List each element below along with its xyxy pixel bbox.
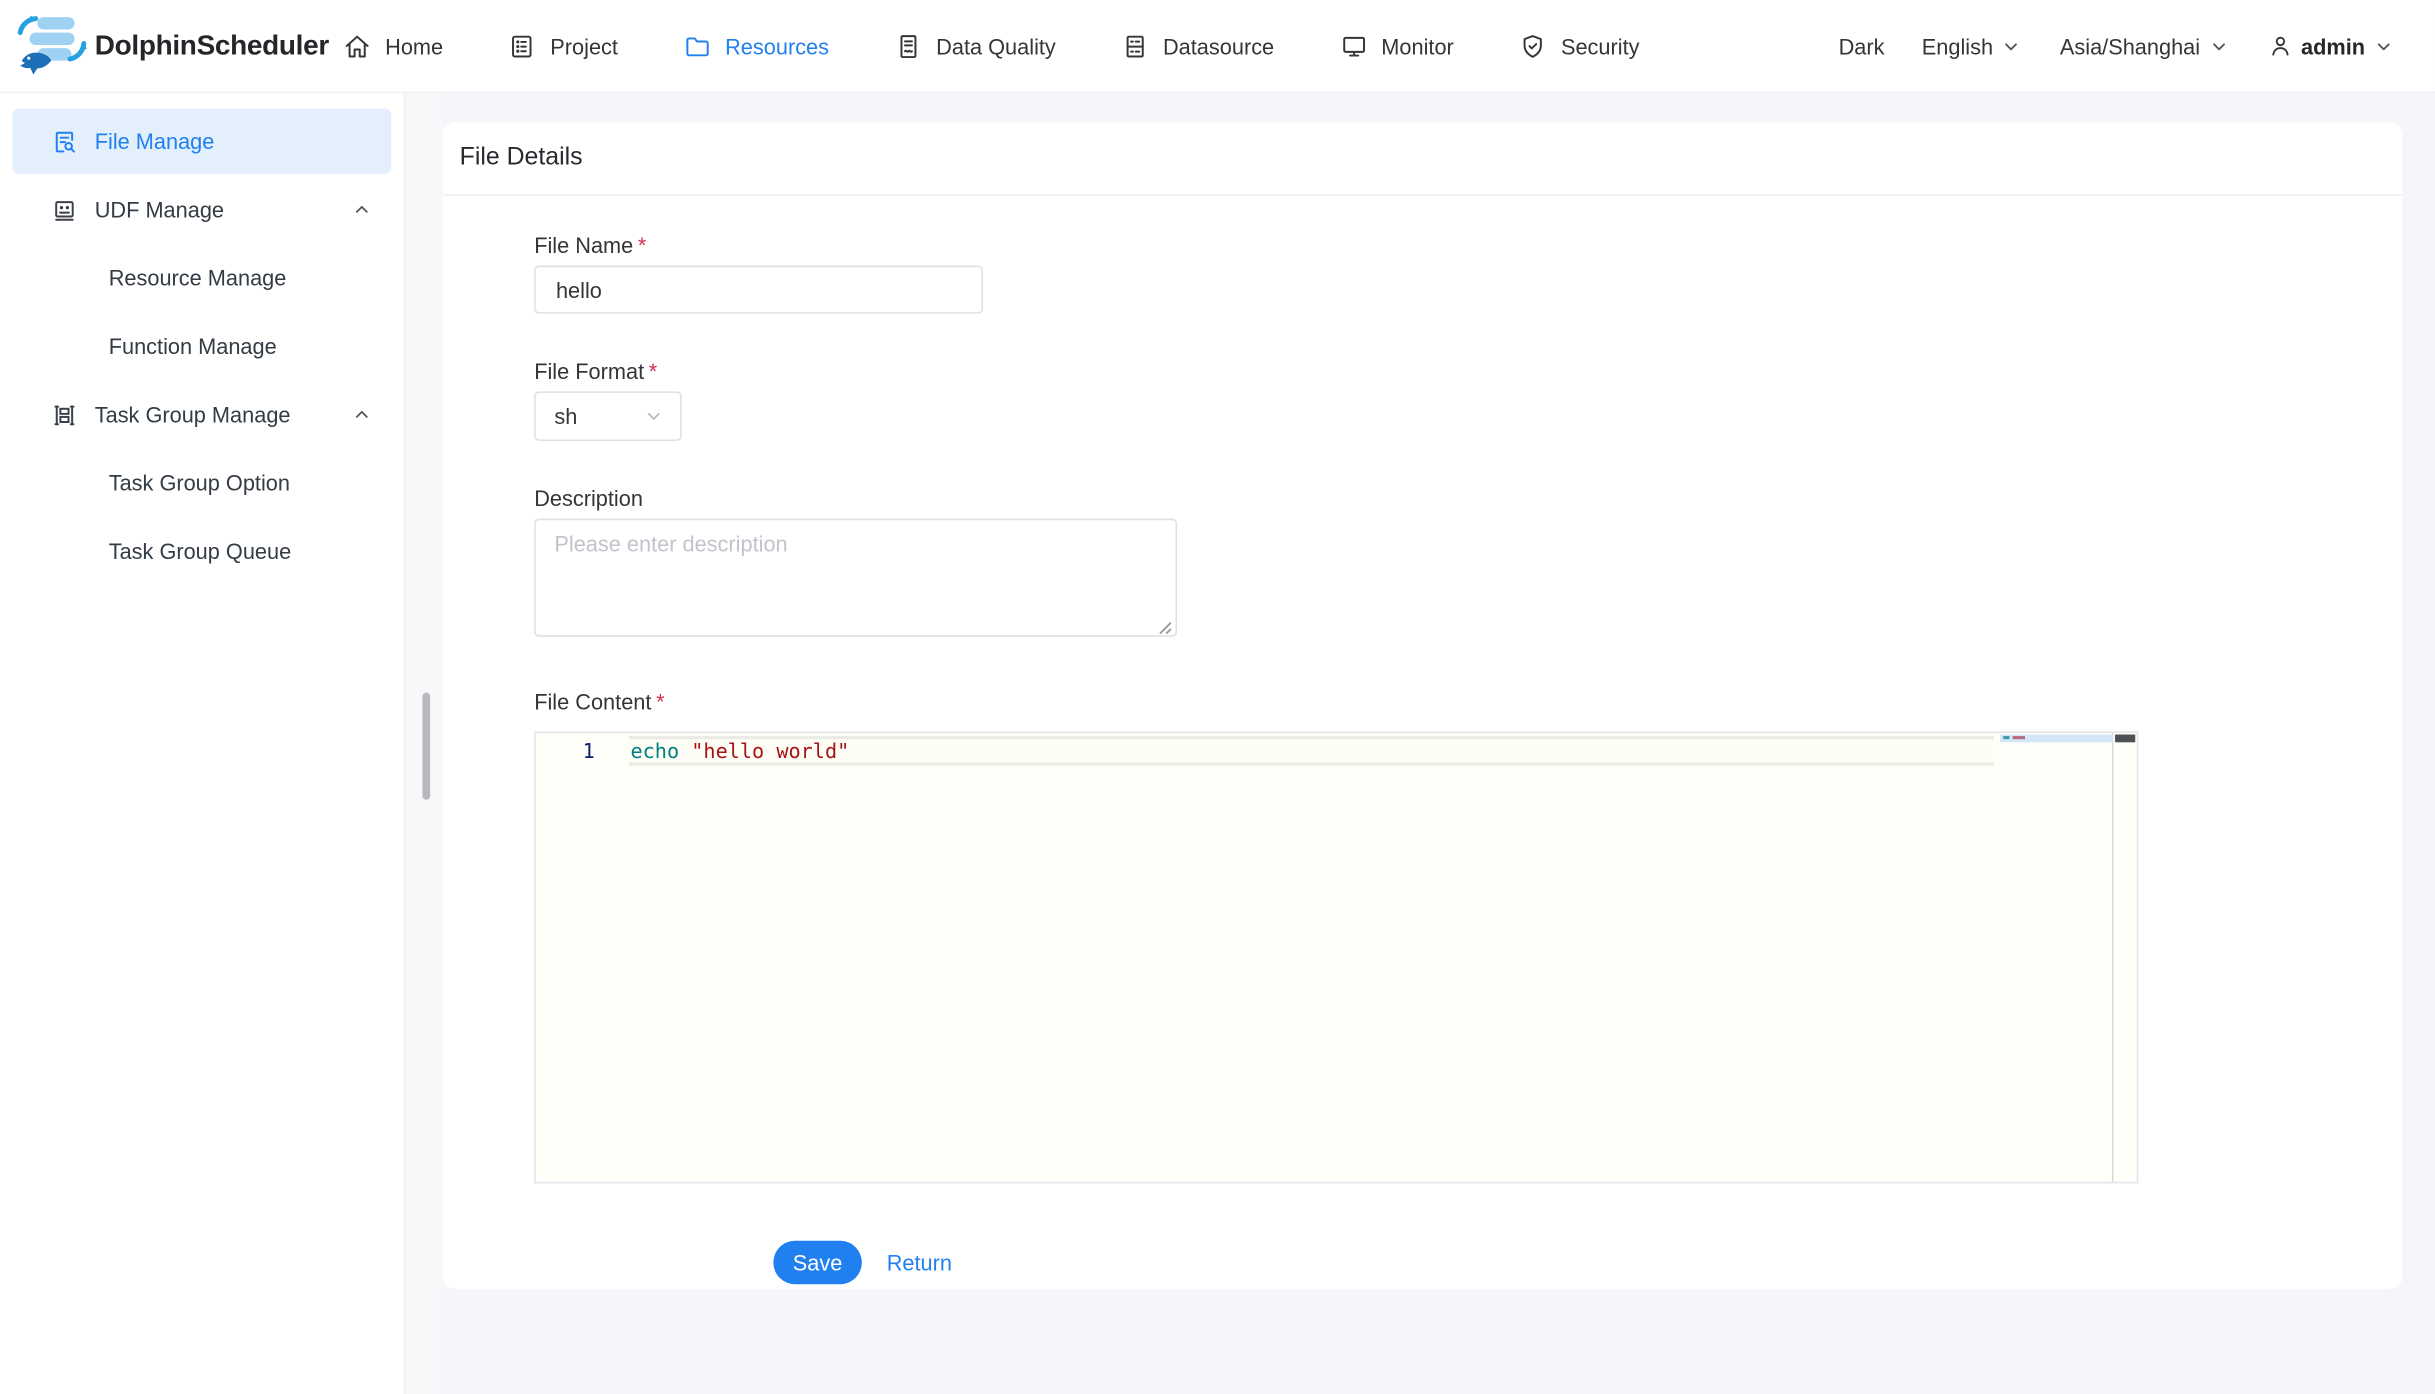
nav-right: Dark English Asia/Shanghai admin — [1820, 33, 2435, 59]
sidebar-item-task-group-option[interactable]: Task Group Option — [12, 450, 391, 515]
sidebar-item-label: UDF Manage — [94, 197, 225, 223]
nav-item-home[interactable]: Home — [311, 0, 476, 92]
nav-item-resources[interactable]: Resources — [651, 0, 862, 92]
sidebar-item-label: File Manage — [94, 128, 215, 154]
nav-label: Home — [385, 33, 444, 59]
chevron-up-icon[interactable] — [351, 404, 373, 426]
form-actions: Save Return — [773, 1240, 2402, 1285]
user-name: admin — [2301, 33, 2366, 59]
required-asterisk: * — [637, 232, 647, 258]
monitor-icon — [1339, 32, 1367, 60]
nav-item-project[interactable]: Project — [476, 0, 651, 92]
content-scrollbar-track[interactable] — [406, 93, 442, 1394]
card-header: File Details — [442, 123, 2403, 196]
page-title: File Details — [459, 144, 583, 171]
nav-label: Security — [1560, 33, 1640, 59]
app-root: DolphinScheduler Home Project Resources … — [0, 0, 2435, 1394]
nav-item-security[interactable]: Security — [1486, 0, 1672, 92]
brand-name: DolphinScheduler — [94, 29, 330, 61]
chevron-up-icon[interactable] — [351, 199, 373, 221]
nav-item-data-quality[interactable]: Data Quality — [862, 0, 1089, 92]
nav-label: Datasource — [1162, 33, 1275, 59]
sidebar-item-label: Task Group Queue — [108, 538, 292, 564]
home-icon — [343, 32, 371, 60]
theme-toggle-label: Dark — [1838, 33, 1885, 59]
top-nav: DolphinScheduler Home Project Resources … — [0, 0, 2435, 94]
datasource-icon — [1121, 32, 1149, 60]
sidebar-item-file-manage[interactable]: File Manage — [12, 108, 392, 174]
language-label: English — [1921, 33, 1994, 59]
language-select[interactable]: English — [1903, 33, 2041, 58]
sidebar-item-resource-manage[interactable]: Resource Manage — [12, 245, 391, 310]
sidebar: File Manage UDF Manage Resource Manage F… — [0, 93, 406, 1394]
file-format-value: sh — [554, 403, 578, 429]
nav-item-monitor[interactable]: Monitor — [1307, 0, 1487, 92]
description-textarea[interactable] — [534, 518, 1178, 637]
file-format-label: File Format * — [534, 358, 658, 384]
chevron-down-icon — [2001, 35, 2023, 57]
description-label: Description — [534, 486, 643, 511]
sidebar-item-label: Task Group Option — [108, 470, 290, 496]
file-name-label: File Name * — [534, 232, 647, 258]
nav-label: Resources — [725, 33, 830, 59]
folder-icon — [683, 32, 711, 60]
timezone-label: Asia/Shanghai — [2059, 33, 2201, 59]
minimap-code-mark — [2003, 736, 2010, 740]
code-editor[interactable]: 1 echo "hello world" — [534, 731, 2139, 1184]
user-menu[interactable]: admin — [2248, 33, 2413, 59]
nav-label: Project — [550, 33, 618, 59]
editor-cursor-marker — [2115, 734, 2136, 743]
theme-toggle[interactable]: Dark — [1820, 33, 1903, 58]
required-asterisk: * — [656, 689, 665, 715]
code-token-string: "hello world" — [691, 740, 850, 765]
file-details-card: File Details File Name* File Format* sh … — [442, 122, 2403, 1289]
main-menu: Home Project Resources Data Quality Data… — [311, 0, 1673, 92]
editor-scrollbar[interactable] — [2113, 733, 2136, 1182]
chevron-down-icon — [2373, 35, 2395, 57]
task-group-icon — [51, 401, 77, 427]
file-name-input[interactable] — [534, 265, 983, 314]
nav-label: Monitor — [1381, 33, 1454, 59]
project-icon — [508, 32, 536, 60]
file-details-form: File Name* File Format* sh Description — [443, 196, 2403, 1285]
content-scrollbar-thumb[interactable] — [422, 692, 431, 800]
required-asterisk: * — [648, 358, 658, 384]
editor-minimap[interactable] — [2000, 732, 2114, 1182]
line-number: 1 — [582, 740, 595, 765]
user-icon — [2267, 33, 2293, 59]
minimap-code-mark — [2012, 736, 2025, 740]
file-search-icon — [51, 128, 77, 154]
file-format-select[interactable]: sh — [534, 391, 682, 442]
editor-gutter: 1 — [535, 732, 629, 1182]
code-token-command: echo — [630, 740, 680, 765]
sidebar-item-label: Function Manage — [108, 333, 277, 359]
udf-icon — [51, 196, 77, 222]
code-line[interactable]: echo "hello world" — [630, 738, 849, 768]
nav-item-datasource[interactable]: Datasource — [1088, 0, 1306, 92]
file-content-label: File Content * — [534, 689, 665, 715]
sidebar-item-task-group-manage[interactable]: Task Group Manage — [12, 382, 391, 447]
chevron-down-icon — [2208, 35, 2230, 57]
sidebar-item-label: Task Group Manage — [94, 402, 291, 428]
sidebar-item-function-manage[interactable]: Function Manage — [12, 314, 391, 379]
security-shield-icon — [1519, 32, 1547, 60]
sidebar-item-udf-manage[interactable]: UDF Manage — [12, 177, 391, 242]
sidebar-item-label: Resource Manage — [108, 265, 287, 291]
brand[interactable]: DolphinScheduler — [0, 12, 329, 80]
nav-label: Data Quality — [936, 33, 1056, 59]
return-link[interactable]: Return — [887, 1250, 952, 1275]
sidebar-item-task-group-queue[interactable]: Task Group Queue — [12, 519, 391, 584]
data-quality-icon — [894, 32, 922, 60]
timezone-select[interactable]: Asia/Shanghai — [2041, 33, 2248, 58]
save-button[interactable]: Save — [773, 1240, 862, 1285]
chevron-down-icon — [643, 405, 665, 427]
dolphinscheduler-logo-icon — [16, 12, 87, 80]
